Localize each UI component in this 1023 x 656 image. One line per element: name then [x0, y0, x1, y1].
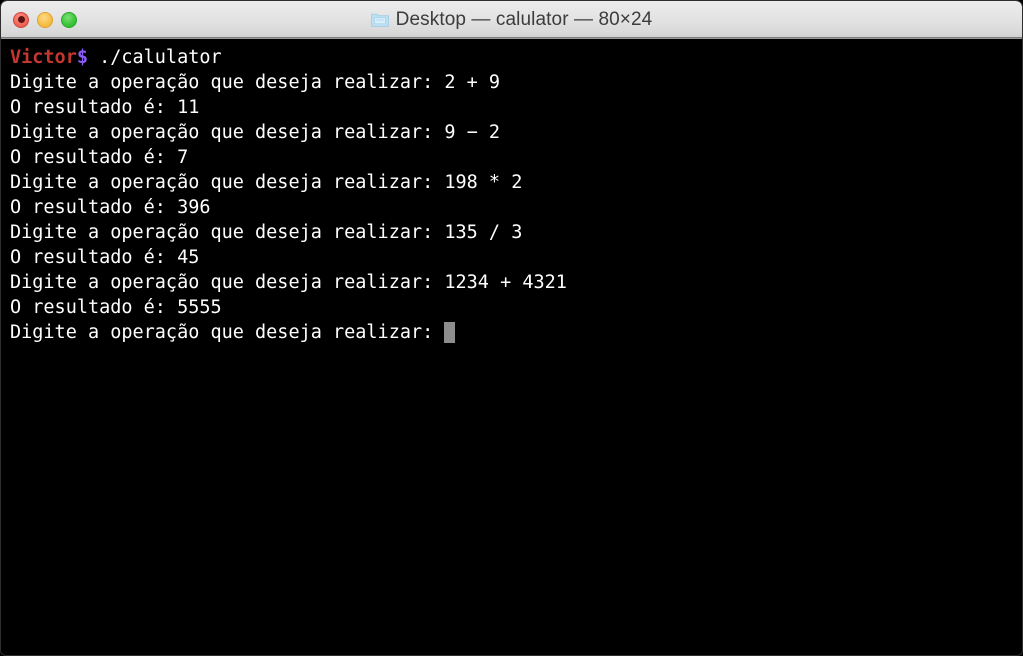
- terminal-window: Desktop — calulator — 80×24 Victor$ ./ca…: [0, 0, 1023, 656]
- terminal-output-line: Digite a operação que deseja realizar: 1…: [10, 222, 523, 243]
- terminal-screen[interactable]: Victor$ ./calulator Digite a operação qu…: [1, 39, 1022, 655]
- terminal-prompt-line: Victor$ ./calulator: [10, 45, 1022, 70]
- prompt-user: Victor: [10, 47, 77, 68]
- terminal-output-line: Digite a operação que deseja realizar: 9…: [10, 122, 501, 143]
- terminal-output-line: O resultado é: 7: [10, 147, 189, 168]
- prompt-command: ./calulator: [87, 47, 222, 68]
- terminal-output-line: Digite a operação que deseja realizar: 1…: [10, 172, 523, 193]
- terminal-input-line[interactable]: Digite a operação que deseja realizar:: [10, 320, 1022, 345]
- terminal-output-line: O resultado é: 45: [10, 247, 200, 268]
- window-controls: [13, 11, 77, 28]
- minimize-button[interactable]: [37, 11, 53, 28]
- title-bar[interactable]: Desktop — calulator — 80×24: [1, 1, 1022, 39]
- maximize-button[interactable]: [61, 11, 77, 28]
- terminal-output-line: O resultado é: 396: [10, 197, 211, 218]
- terminal-output-line: O resultado é: 11: [10, 97, 200, 118]
- close-button[interactable]: [13, 11, 29, 28]
- prompt-symbol: $: [76, 47, 88, 68]
- window-title: Desktop — calulator — 80×24: [395, 8, 653, 30]
- terminal-output-line: O resultado é: 5555: [10, 297, 222, 318]
- terminal-output-line: Digite a operação que deseja realizar: 1…: [10, 272, 567, 293]
- title-bar-center: Desktop — calulator — 80×24: [1, 1, 1022, 38]
- terminal-output-line: Digite a operação que deseja realizar: 2…: [10, 72, 501, 93]
- folder-icon: [370, 12, 389, 27]
- terminal-cursor: [444, 322, 456, 343]
- terminal-input-prompt: Digite a operação que deseja realizar:: [10, 322, 445, 343]
